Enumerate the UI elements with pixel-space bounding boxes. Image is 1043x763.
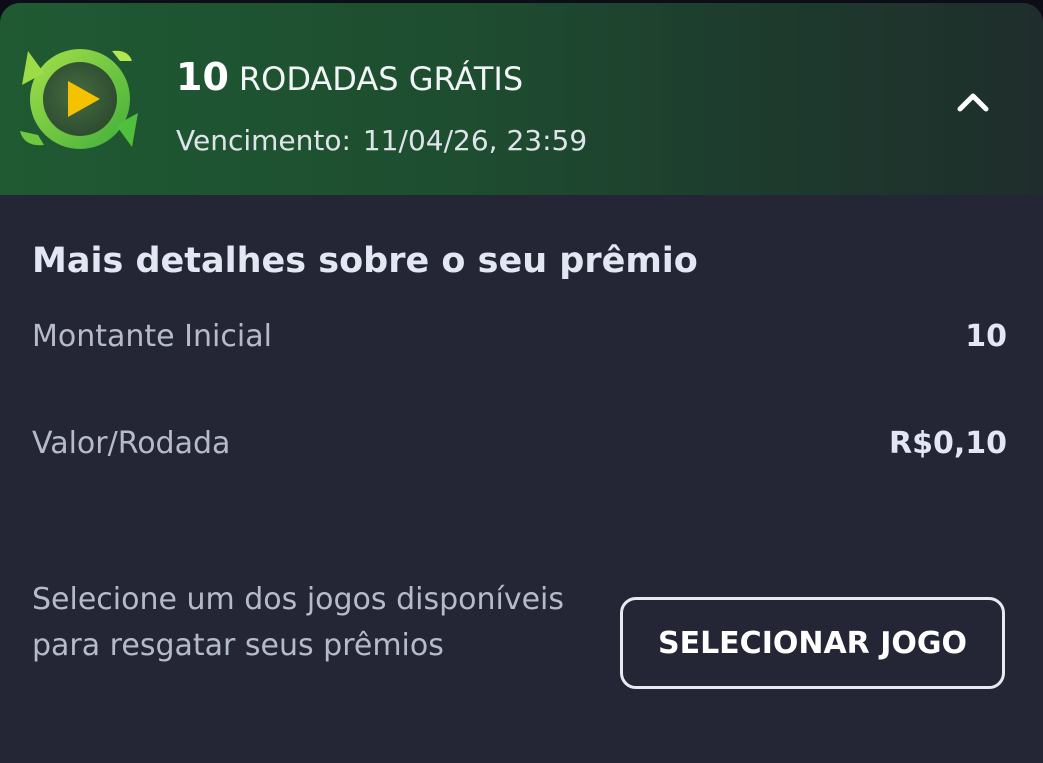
chevron-up-icon[interactable] xyxy=(948,83,998,119)
select-game-button[interactable]: SELECIONAR JOGO xyxy=(620,597,1005,689)
bonus-title: 10 RODADAS GRÁTIS xyxy=(176,53,523,101)
bonus-count: 10 xyxy=(176,55,229,99)
expiry-info: Vencimento: 11/04/26, 23:59 xyxy=(176,121,587,161)
initial-amount-label: Montante Inicial xyxy=(32,319,272,354)
value-per-spin-value: R$0,10 xyxy=(889,426,1007,461)
expiry-label: Vencimento: xyxy=(176,124,351,157)
expiry-date: 11/04/26, 23:59 xyxy=(362,124,588,157)
bonus-header[interactable]: 10 RODADAS GRÁTIS Vencimento: 11/04/26, 23… xyxy=(0,3,1043,195)
bonus-card: 10 RODADAS GRÁTIS Vencimento: 11/04/26, 23… xyxy=(0,3,1043,763)
bonus-type-label: RODADAS GRÁTIS xyxy=(238,60,524,98)
initial-amount-value: 10 xyxy=(965,319,1007,354)
details-title: Mais detalhes sobre o seu prêmio xyxy=(32,241,698,281)
value-per-spin-label: Valor/Rodada xyxy=(32,426,231,461)
select-game-instruction: Selecione um dos jogos disponíveis para … xyxy=(32,582,565,663)
free-spins-icon xyxy=(14,43,144,155)
